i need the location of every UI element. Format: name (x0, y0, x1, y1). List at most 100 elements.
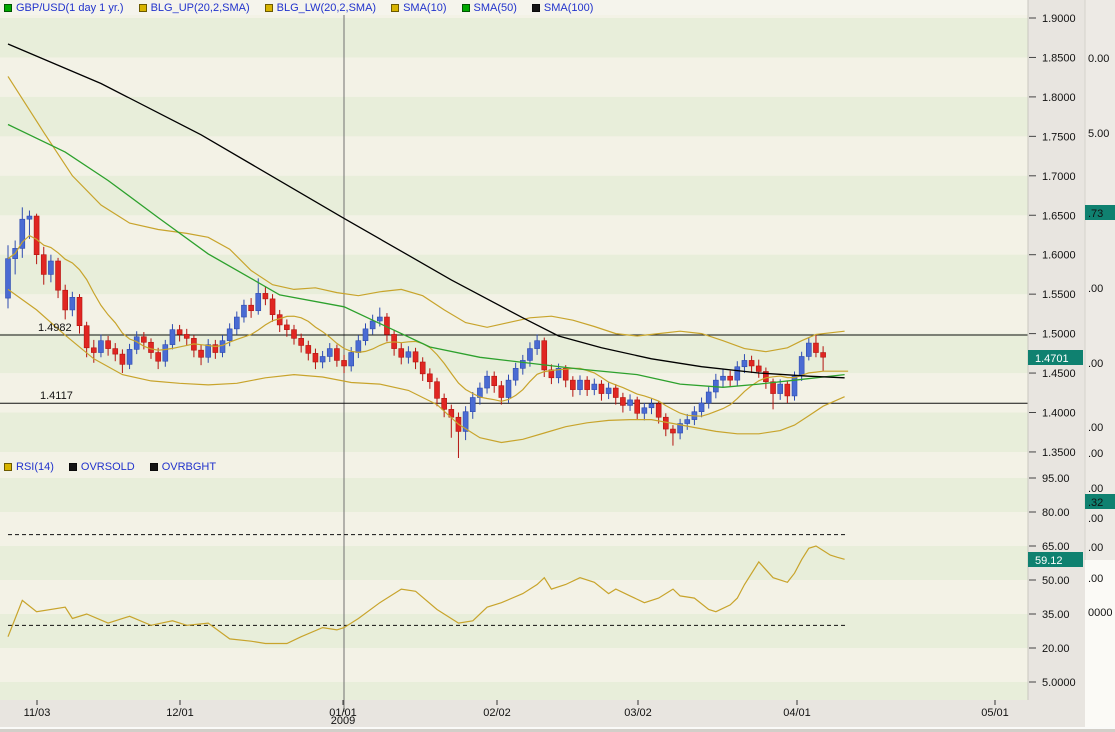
time-axis[interactable]: 11/03 12/01 01/01 02/02 03/02 04/01 05/01 (0, 700, 1115, 732)
candle-down (76, 297, 83, 327)
rsi-value-badge: 59.12 (1028, 552, 1083, 567)
candle-up (169, 329, 176, 345)
legend-item-sma-50-[interactable]: SMA(50) (461, 2, 517, 14)
candle-down (183, 334, 190, 339)
legend-label: GBP/USD(1 day 1 yr.) (16, 2, 124, 14)
candle-down (341, 360, 347, 367)
rsi-legend-item-rsi-14-[interactable]: RSI(14) (4, 461, 54, 473)
candle-up (376, 316, 383, 322)
legend-swatch-icon (138, 4, 147, 12)
price-axis-label: 1.6500 (1042, 210, 1076, 222)
price-axis-label: 1.7000 (1042, 171, 1076, 183)
candle-up (255, 293, 262, 312)
date-axis-label: 02/02 (483, 707, 511, 719)
legend-item-blg-up-20-2-sma-[interactable]: BLG_UP(20,2,SMA) (138, 2, 250, 14)
fx-chart-window: 1.9000 1.8500 1.8000 1.7500 1.7000 1.6500 1.60… (0, 0, 1115, 732)
price-axis-label: 1.4500 (1042, 368, 1076, 380)
candle-down (820, 352, 826, 358)
candle-up (777, 383, 784, 394)
candle-up (805, 342, 812, 357)
last-price-badge-value: 1.4701 (1035, 353, 1069, 365)
candle-up (319, 356, 326, 363)
candle-down (176, 329, 183, 335)
price-axis-label: 1.4000 (1042, 408, 1076, 420)
candle-up (534, 340, 540, 349)
chart-background (0, 0, 1028, 732)
date-axis-label: 11/03 (24, 707, 51, 719)
candle-down (155, 352, 161, 362)
candle-up (69, 297, 76, 311)
candle-down (570, 379, 576, 390)
candle-down (262, 293, 269, 300)
candle-down (198, 349, 204, 358)
clipped-axis-label: .00 (1088, 283, 1103, 295)
candle-up (326, 348, 333, 357)
candle-up (26, 215, 33, 220)
candle-down (112, 348, 119, 355)
price-axis-label: 1.5000 (1042, 329, 1076, 341)
candle-up (98, 340, 104, 353)
candle-down (655, 403, 662, 418)
candle-up (705, 391, 712, 404)
candle-down (412, 351, 419, 363)
rsi-legend-item-ovrbght[interactable]: OVRBGHT (149, 461, 217, 473)
legend-label: OVRSOLD (80, 461, 135, 473)
candle-up (162, 344, 169, 362)
price-axis-label: 1.8500 (1042, 52, 1076, 64)
candle-up (684, 419, 691, 424)
clipped-axis-badge: .32 (1088, 497, 1103, 509)
candle-down (40, 254, 47, 275)
legend-swatch-icon (391, 4, 400, 12)
main-legend: GBP/USD(1 day 1 yr.) BLG_UP(20,2,SMA) BLG_… (4, 2, 593, 14)
legend-item-blg-lw-20-2-sma-[interactable]: BLG_LW(20,2,SMA) (264, 2, 376, 14)
legend-item-gbp-usd-1-day-1-yr-[interactable]: GBP/USD(1 day 1 yr.) (4, 2, 124, 14)
candle-down (748, 360, 755, 367)
legend-swatch-icon (531, 4, 540, 12)
candle-up (591, 383, 598, 390)
clipped-axis-label: 0.00 (1088, 53, 1109, 65)
legend-swatch-icon (4, 463, 12, 471)
candle-down (634, 399, 641, 414)
price-chart-canvas[interactable]: 1.9000 1.8500 1.8000 1.7500 1.7000 1.6500 1.60… (0, 0, 1115, 732)
clipped-axis-label: 5.00 (1088, 128, 1109, 140)
candle-down (298, 338, 304, 346)
candle-down (55, 260, 61, 291)
candle-up (355, 340, 362, 353)
candle-up (627, 399, 633, 406)
candle-up (734, 366, 741, 381)
candle-up (641, 407, 648, 414)
candle-down (141, 336, 147, 343)
legend-item-sma-100-[interactable]: SMA(100) (531, 2, 594, 14)
candle-down (770, 381, 776, 394)
price-axis[interactable]: 1.9000 1.8500 1.8000 1.7500 1.7000 1.6500 1.60… (1027, 0, 1085, 732)
candle-up (512, 368, 519, 381)
support-line-label: 1.4117 (40, 390, 73, 402)
rsi-axis-label: 50.00 (1042, 575, 1070, 587)
candle-down (491, 375, 498, 386)
candle-down (83, 325, 90, 349)
candle-up (219, 340, 226, 353)
candle-up (48, 260, 54, 275)
candle-up (798, 356, 805, 377)
clipped-axis-label: 0000 (1088, 607, 1112, 619)
rsi-legend-item-ovrsold[interactable]: OVRSOLD (68, 461, 135, 473)
clipped-axis-label: .00 (1088, 448, 1103, 460)
clipped-axis-label: .00 (1088, 483, 1103, 495)
candle-down (441, 397, 447, 410)
date-axis-label: 04/01 (783, 707, 811, 719)
candle-down (419, 361, 426, 375)
candle-down (498, 385, 505, 398)
candle-down (755, 365, 762, 372)
candle-down (598, 383, 605, 394)
date-axis-label: 03/02 (624, 707, 652, 719)
legend-item-sma-10-[interactable]: SMA(10) (391, 2, 447, 14)
candle-up (126, 349, 133, 365)
legend-swatch-icon (461, 4, 470, 12)
candle-down (33, 215, 40, 256)
price-axis-label: 1.8000 (1042, 92, 1076, 104)
candle-down (62, 289, 69, 311)
legend-label: OVRBGHT (161, 461, 217, 473)
legend-label: RSI(14) (16, 461, 54, 473)
legend-label: SMA(100) (543, 2, 594, 14)
candle-down (305, 345, 312, 354)
